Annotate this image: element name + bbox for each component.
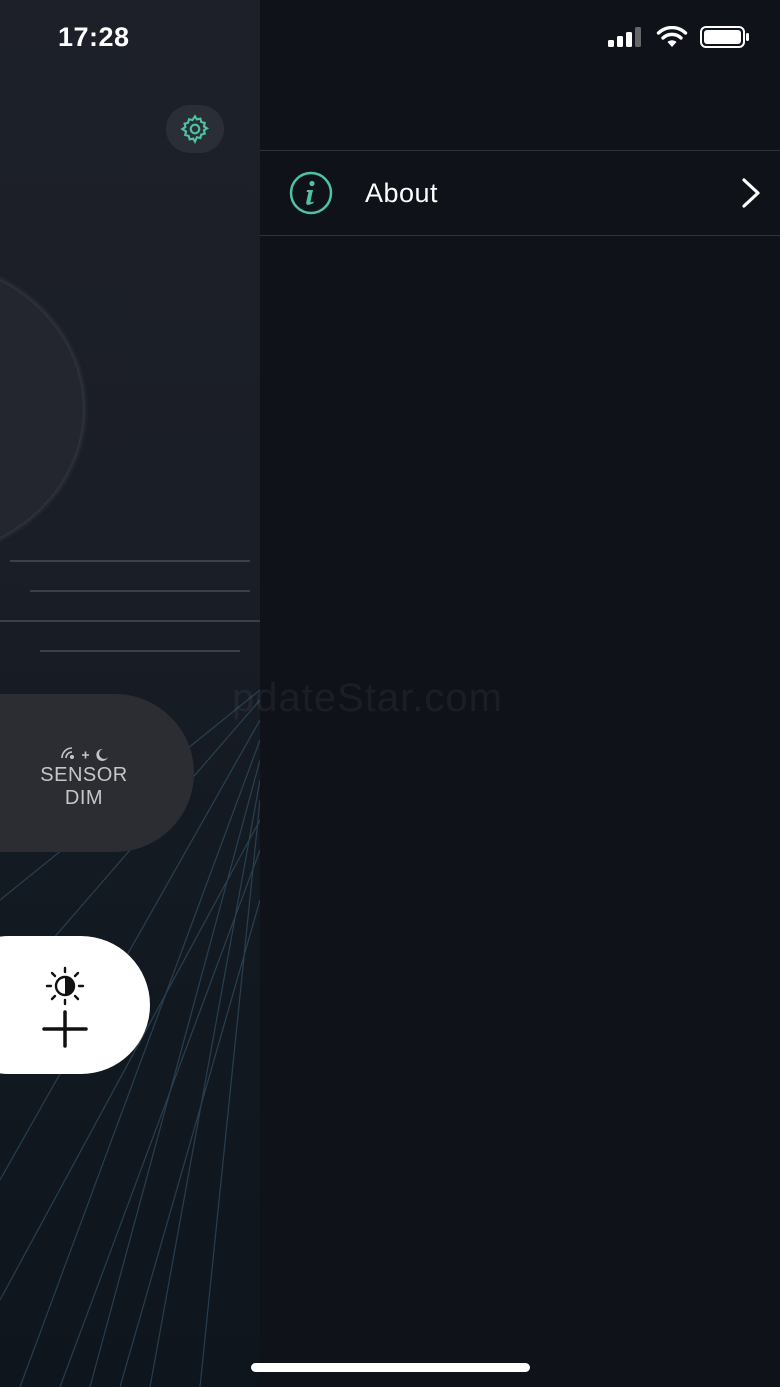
status-time: 17:28 bbox=[58, 22, 130, 52]
app-main-panel[interactable]: SENSOR DIM bbox=[0, 0, 260, 1387]
sensor-label-line2: DIM bbox=[64, 787, 104, 809]
menu-item-about-label: About bbox=[365, 177, 439, 208]
wifi-icon bbox=[656, 26, 688, 47]
chevron-right-icon bbox=[742, 178, 760, 208]
battery-icon bbox=[700, 26, 749, 48]
home-indicator[interactable] bbox=[251, 1363, 530, 1372]
brightness-add-icon[interactable] bbox=[38, 964, 94, 1050]
info-icon bbox=[289, 171, 333, 215]
cellular-signal-icon bbox=[608, 27, 641, 47]
sensor-dim-content[interactable]: SENSOR DIM bbox=[20, 740, 148, 810]
settings-button[interactable] bbox=[166, 105, 224, 153]
screen: SENSOR DIM About pdateStar.com 17:28 bbox=[0, 0, 780, 1387]
plus-icon bbox=[42, 1010, 88, 1048]
sensor-moon-icon bbox=[61, 747, 108, 761]
gear-icon bbox=[180, 114, 210, 144]
status-icons bbox=[608, 26, 750, 48]
menu-item-about[interactable]: About bbox=[260, 150, 780, 236]
sensor-label-line1: SENSOR bbox=[40, 764, 128, 786]
brightness-contrast-icon bbox=[45, 966, 85, 1006]
watermark: pdateStar.com bbox=[232, 676, 503, 720]
